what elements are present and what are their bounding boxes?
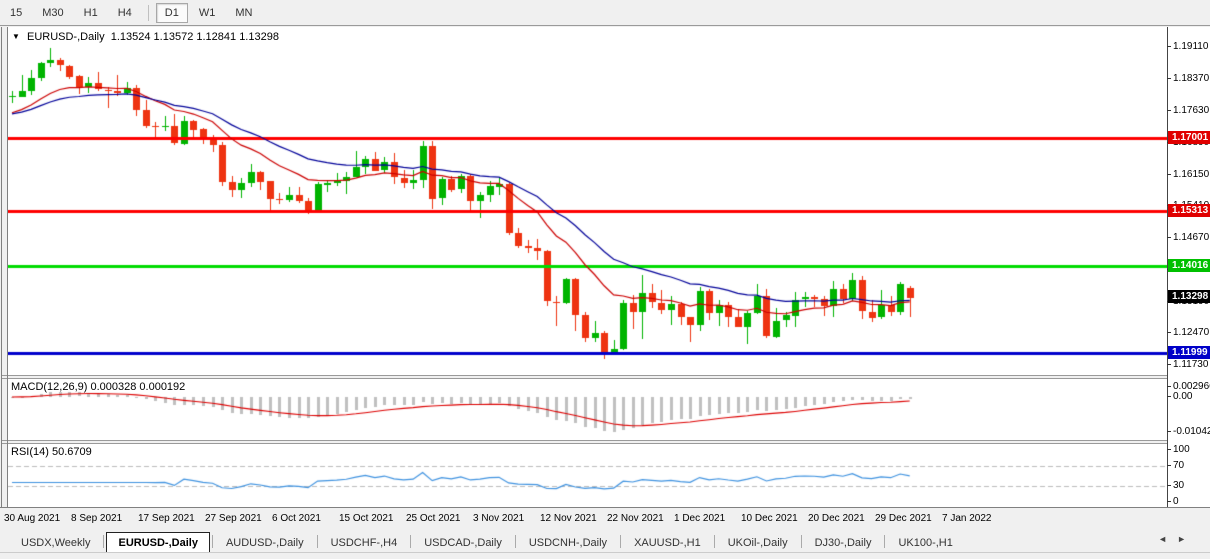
main-chart-panel [8, 27, 1168, 375]
time-axis-label: 8 Sep 2021 [71, 513, 122, 524]
chart-tab-bar: USDX,Weekly EURUSD-,Daily AUDUSD-,Daily USD… [0, 529, 1210, 552]
axis-divider [0, 507, 1210, 508]
time-axis-label: 7 Jan 2022 [942, 513, 992, 524]
tab-separator [212, 535, 213, 548]
rsi-indicator-label: RSI(14) 50.6709 [11, 446, 92, 458]
time-axis-label: 25 Oct 2021 [406, 513, 460, 524]
bottom-strip [0, 552, 1210, 559]
mt4-window: 15M30H1H4 D1W1MN ▼ EURUSD-,Daily 1.13524 … [0, 0, 1210, 559]
timeframe-button-h1[interactable]: H1 [75, 3, 107, 23]
time-axis-label: 29 Dec 2021 [875, 513, 932, 524]
tab-separator [515, 535, 516, 548]
chart-tab-usdchf-h4[interactable]: USDCHF-,H4 [320, 533, 409, 552]
tab-scroll-left-icon[interactable]: ◄ [1158, 534, 1177, 544]
timeframe-button-w1[interactable]: W1 [190, 3, 225, 23]
rsi-canvas[interactable] [8, 444, 1167, 507]
timeframe-button-d1[interactable]: D1 [156, 3, 188, 23]
chart-ohlc-readout: 1.13524 1.13572 1.12841 1.13298 [111, 31, 279, 43]
tab-separator [410, 535, 411, 548]
time-axis-label: 30 Aug 2021 [4, 513, 60, 524]
chart-dropdown-icon[interactable]: ▼ [12, 32, 20, 41]
chart-right-border [1167, 27, 1168, 507]
time-axis-label: 17 Sep 2021 [138, 513, 195, 524]
chart-left-border [7, 27, 8, 507]
time-axis-label: 3 Nov 2021 [473, 513, 524, 524]
tab-scroll-right-icon[interactable]: ► [1177, 534, 1196, 544]
macd-indicator-label: MACD(12,26,9) 0.000328 0.000192 [11, 381, 185, 393]
chart-symbol-label: EURUSD-,Daily [27, 31, 105, 43]
timeframe-button-m30[interactable]: M30 [33, 3, 72, 23]
rsi-panel [8, 444, 1168, 507]
chart-tab-ukoil-daily[interactable]: UKOil-,Daily [717, 533, 799, 552]
tab-separator [620, 535, 621, 548]
time-axis-label: 12 Nov 2021 [540, 513, 597, 524]
timeframe-button-15[interactable]: 15 [1, 3, 31, 23]
time-axis-label: 10 Dec 2021 [741, 513, 798, 524]
timeframe-button-mn[interactable]: MN [226, 3, 261, 23]
time-axis-label: 15 Oct 2021 [339, 513, 393, 524]
tab-separator [103, 535, 104, 548]
tab-separator [884, 535, 885, 548]
chart-tab-usdx-weekly[interactable]: USDX,Weekly [10, 533, 101, 552]
tab-separator [317, 535, 318, 548]
window-left-edge [1, 27, 2, 507]
time-axis-label: 20 Dec 2021 [808, 513, 865, 524]
chart-tab-usdcnh-daily[interactable]: USDCNH-,Daily [518, 533, 618, 552]
timeframe-toolbar: 15M30H1H4 D1W1MN [0, 0, 1210, 26]
chart-tab-audusd-daily[interactable]: AUDUSD-,Daily [215, 533, 315, 552]
timeframe-button-h4[interactable]: H4 [109, 3, 141, 23]
tab-scroll-arrows: ◄► [1158, 534, 1196, 544]
time-axis-label: 27 Sep 2021 [205, 513, 262, 524]
time-axis-label: 1 Dec 2021 [674, 513, 725, 524]
chart-tab-eurusd-daily[interactable]: EURUSD-,Daily [106, 532, 209, 552]
chart-tab-usdcad-daily[interactable]: USDCAD-,Daily [413, 533, 513, 552]
chart-tab-xauusd-h1[interactable]: XAUUSD-,H1 [623, 533, 712, 552]
tab-separator [801, 535, 802, 548]
toolbar-separator [148, 5, 149, 21]
time-axis-label: 22 Nov 2021 [607, 513, 664, 524]
price-axis [1168, 27, 1210, 507]
chart-tab-dj30-daily[interactable]: DJ30-,Daily [804, 533, 883, 552]
tab-separator [714, 535, 715, 548]
chart-title: ▼ EURUSD-,Daily 1.13524 1.13572 1.12841 … [12, 31, 279, 43]
main-chart-canvas[interactable] [8, 27, 1167, 375]
time-axis-label: 6 Oct 2021 [272, 513, 321, 524]
chart-tab-uk100-h1[interactable]: UK100-,H1 [887, 533, 963, 552]
